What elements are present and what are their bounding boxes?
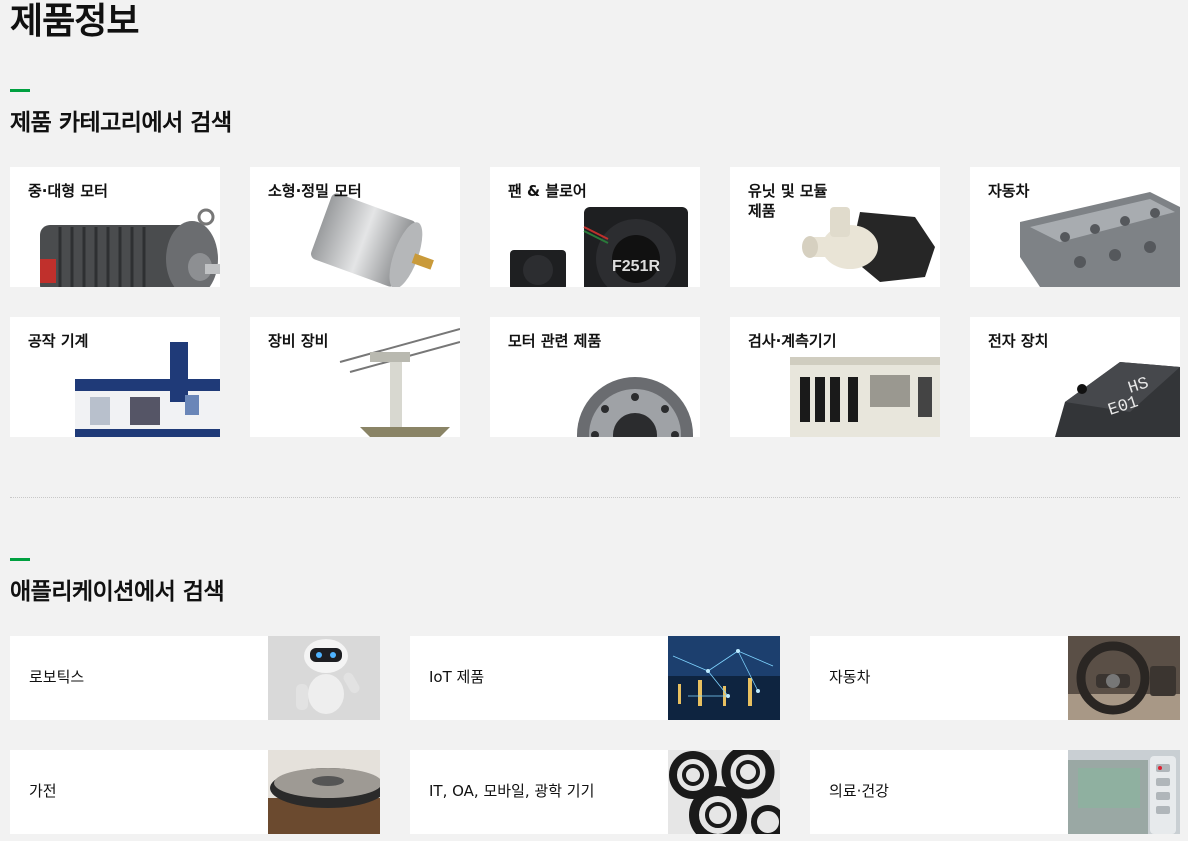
section-divider — [10, 497, 1180, 498]
application-card-automotive[interactable]: 자동차 — [810, 636, 1180, 720]
application-section-title: 애플리케이션에서 검색 — [10, 579, 225, 605]
category-card-equipment[interactable]: 장비 장비 — [250, 317, 460, 437]
category-card-large-motor[interactable]: 중·대형 모터 — [10, 167, 220, 287]
category-label: 전자 장치 — [988, 332, 1049, 350]
application-card-medical[interactable]: 의료·건강 — [810, 750, 1180, 834]
category-label: 검사·계측기기 — [748, 332, 837, 350]
category-card-automotive[interactable]: 자동차 — [970, 167, 1180, 287]
application-card-robotics[interactable]: 로보틱스 — [10, 636, 380, 720]
category-section-title: 제품 카테고리에서 검색 — [10, 110, 232, 136]
category-card-unit-module[interactable]: 유닛 및 모듈 제품 — [730, 167, 940, 287]
application-card-iot[interactable]: IoT 제품 — [410, 636, 780, 720]
car-interior-icon — [1068, 636, 1180, 720]
category-card-inspection[interactable]: 검사·계측기기 — [730, 317, 940, 437]
application-label: 의료·건강 — [829, 782, 889, 800]
application-label: 로보틱스 — [29, 668, 85, 686]
application-label: 가전 — [29, 782, 57, 800]
application-label: 자동차 — [829, 668, 871, 686]
category-label: 공작 기계 — [28, 332, 89, 350]
application-label: IoT 제품 — [429, 668, 485, 686]
category-label: 유닛 및 모듈 제품 — [748, 182, 828, 220]
medical-device-icon — [1068, 750, 1180, 834]
category-card-fan[interactable]: 팬 & 블로어 F251R — [490, 167, 700, 287]
application-label: IT, OA, 모바일, 광학 기기 — [429, 782, 595, 800]
fan-model-text: F251R — [612, 258, 660, 275]
iot-city-icon — [668, 636, 780, 720]
category-card-electronics[interactable]: 전자 장치 HS E01 — [970, 317, 1180, 437]
robot-icon — [268, 636, 380, 720]
category-label: 중·대형 모터 — [28, 182, 108, 200]
category-label: 팬 & 블로어 — [508, 182, 587, 200]
category-label: 소형·정밀 모터 — [268, 182, 362, 200]
section-accent-bar — [10, 558, 30, 561]
category-grid: 중·대형 모터 소형·정밀 모터 팬 & 블로어 F251R 유닛 및 모듈 제… — [10, 167, 1180, 437]
category-card-machine-tool[interactable]: 공작 기계 — [10, 317, 220, 437]
application-grid: 로보틱스 IoT 제품 자동차 가전 IT, OA, 모바일, 광학 기기 의료… — [10, 636, 1180, 834]
section-accent-bar — [10, 89, 30, 92]
category-label: 장비 장비 — [268, 332, 329, 350]
application-card-it-oa[interactable]: IT, OA, 모바일, 광학 기기 — [410, 750, 780, 834]
camera-lens-icon — [668, 750, 780, 834]
page-title: 제품정보 — [10, 1, 139, 42]
application-card-appliances[interactable]: 가전 — [10, 750, 380, 834]
category-card-small-motor[interactable]: 소형·정밀 모터 — [250, 167, 460, 287]
robot-vacuum-icon — [268, 750, 380, 834]
category-label: 모터 관련 제품 — [508, 332, 602, 350]
category-label: 자동차 — [988, 182, 1030, 200]
category-card-motor-related[interactable]: 모터 관련 제품 — [490, 317, 700, 437]
